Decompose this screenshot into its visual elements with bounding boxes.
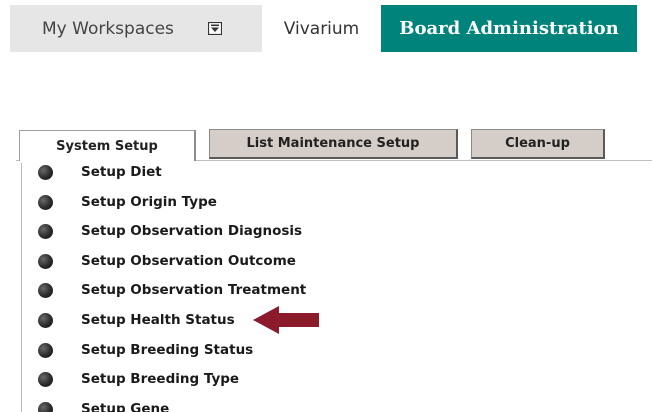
setup-item-breeding-type[interactable]: Setup Breeding Type [38, 364, 239, 394]
setup-item-gene[interactable]: Setup Gene [38, 394, 169, 412]
setup-list: Setup Diet Setup Origin Type Setup Obser… [16, 163, 653, 412]
arrow-left-shape [253, 306, 319, 334]
bullet-icon [38, 253, 53, 269]
setup-item-observation-diagnosis[interactable]: Setup Observation Diagnosis [38, 216, 302, 246]
bullet-icon [38, 371, 53, 387]
tab-system-setup[interactable]: System Setup [19, 130, 196, 161]
setup-item-label: Setup Health Status [81, 312, 235, 328]
setup-item-observation-outcome[interactable]: Setup Observation Outcome [38, 246, 296, 276]
setup-item-label: Setup Observation Treatment [81, 282, 307, 298]
setup-item-label: Setup Observation Outcome [81, 253, 296, 269]
arrow-left-icon [253, 306, 319, 334]
tab-clean-up[interactable]: Clean-up [471, 129, 605, 159]
tab-list-maintenance-setup[interactable]: List Maintenance Setup [209, 129, 458, 159]
setup-item-health-status[interactable]: Setup Health Status [38, 305, 235, 335]
bullet-icon [38, 342, 53, 358]
dropdown-box-icon[interactable] [208, 22, 222, 35]
my-workspaces-label: My Workspaces [42, 18, 174, 39]
list-left-border [21, 163, 22, 412]
setup-item-breeding-status[interactable]: Setup Breeding Status [38, 335, 253, 365]
tab-clean-up-label: Clean-up [505, 136, 570, 151]
setup-item-diet[interactable]: Setup Diet [38, 163, 162, 187]
board-administration-menu[interactable]: Board Administration [381, 5, 637, 52]
setup-item-label: Setup Gene [81, 401, 170, 412]
board-administration-label: Board Administration [399, 18, 619, 39]
setup-item-label: Setup Diet [81, 164, 162, 180]
tab-list-maintenance-setup-label: List Maintenance Setup [246, 136, 420, 151]
setup-item-label: Setup Breeding Type [81, 371, 240, 387]
bullet-icon [38, 312, 53, 328]
bullet-icon [38, 401, 53, 412]
setup-item-label: Setup Breeding Status [81, 342, 254, 358]
setup-tabs: System Setup List Maintenance Setup Clea… [16, 127, 652, 163]
setup-item-label: Setup Observation Diagnosis [81, 223, 303, 239]
bullet-icon [38, 194, 53, 210]
vivarium-menu[interactable]: Vivarium [262, 5, 381, 52]
bullet-icon [38, 282, 53, 298]
bullet-icon [38, 164, 53, 180]
setup-item-origin-type[interactable]: Setup Origin Type [38, 187, 217, 217]
setup-item-label: Setup Origin Type [81, 194, 217, 210]
vivarium-label: Vivarium [283, 18, 360, 39]
bullet-icon [38, 223, 53, 239]
setup-item-observation-treatment[interactable]: Setup Observation Treatment [38, 275, 306, 305]
top-navigation: My Workspaces Vivarium Board Administrat… [10, 5, 637, 52]
tab-system-setup-label: System Setup [56, 138, 158, 154]
my-workspaces-menu[interactable]: My Workspaces [10, 5, 262, 52]
